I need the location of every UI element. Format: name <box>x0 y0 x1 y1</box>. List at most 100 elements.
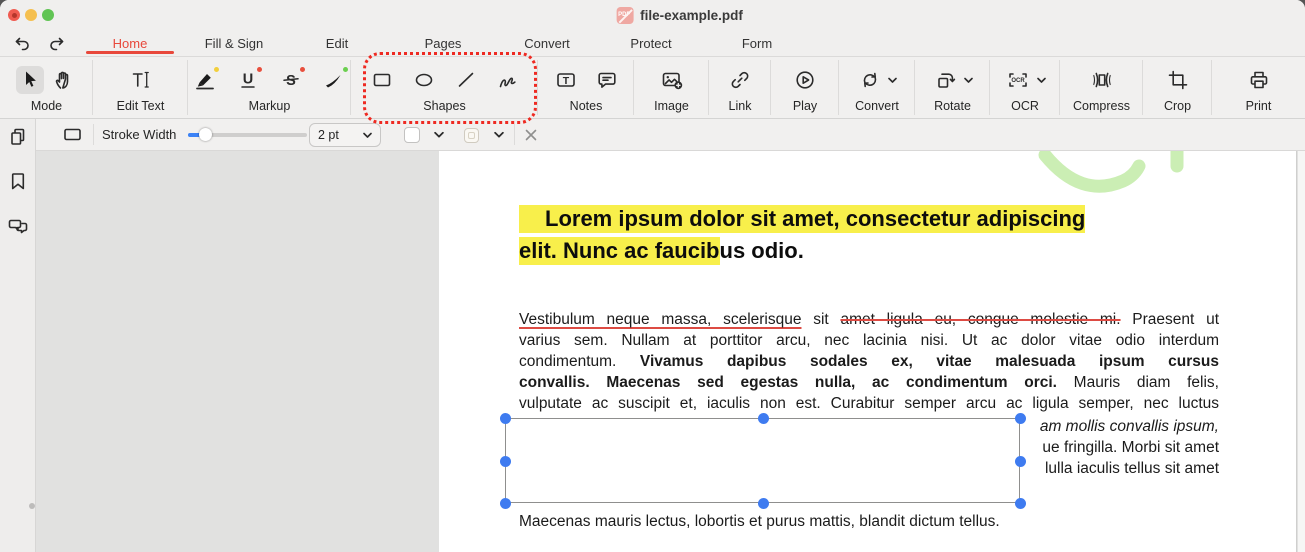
minimize-button[interactable] <box>25 9 37 21</box>
group-rotate: Rotate <box>915 57 990 118</box>
document-heading: Lorem ipsum dolor sit amet, consectetur … <box>519 203 1219 267</box>
convert-icon[interactable] <box>857 66 883 94</box>
svg-text:S: S <box>286 73 296 89</box>
rotate-icon[interactable] <box>933 66 959 94</box>
resize-handle-bottom-left[interactable] <box>500 498 511 509</box>
fill-color-chevron[interactable] <box>432 119 444 150</box>
red-underlined-text: Vestibulum neque massa, scelerisque <box>519 311 801 328</box>
body-text: sit <box>801 311 840 328</box>
main-toolbar: Mode Edit Text U S <box>0 57 1305 119</box>
group-mode: Mode <box>0 57 93 118</box>
tab-fill-sign[interactable]: Fill & Sign <box>205 30 264 56</box>
close-button[interactable] <box>8 9 20 21</box>
link-icon[interactable] <box>726 66 754 94</box>
group-notes: T Notes <box>538 57 634 118</box>
group-crop: Crop <box>1143 57 1212 118</box>
strikethrough-color-dot <box>300 67 305 72</box>
resize-handle-middle-right[interactable] <box>1015 456 1026 467</box>
tab-form[interactable]: Form <box>742 30 772 56</box>
compress-icon[interactable] <box>1088 66 1116 94</box>
body-text: Mauris diam felis, <box>1057 374 1219 391</box>
slider-thumb[interactable] <box>199 128 212 141</box>
group-label-markup: Markup <box>249 99 291 113</box>
svg-text:OCR: OCR <box>1011 78 1025 84</box>
divider <box>514 124 515 145</box>
highlighted-heading-line2: elit. Nunc ac faucib <box>519 237 720 265</box>
crop-icon[interactable] <box>1164 66 1192 94</box>
fill-color-swatch[interactable] <box>404 127 420 143</box>
tab-protect[interactable]: Protect <box>630 30 671 56</box>
zoom-button[interactable] <box>42 9 54 21</box>
rectangle-shape-icon[interactable] <box>368 66 396 94</box>
group-link: Link <box>709 57 771 118</box>
resize-handle-bottom-right[interactable] <box>1015 498 1026 509</box>
resize-handle-top-right[interactable] <box>1015 413 1026 424</box>
add-image-icon[interactable] <box>658 66 686 94</box>
convert-dropdown-chevron[interactable] <box>888 77 897 84</box>
strikethrough-icon[interactable]: S <box>277 66 305 94</box>
sidebar-scroll-indicator[interactable] <box>29 503 35 509</box>
group-label-print: Print <box>1246 99 1272 113</box>
select-tool-button[interactable] <box>16 66 44 94</box>
comment-icon[interactable] <box>593 66 621 94</box>
freehand-green-annotation[interactable] <box>1037 151 1207 206</box>
group-play: Play <box>771 57 839 118</box>
text-box-icon[interactable]: T <box>552 66 580 94</box>
highlighter-icon[interactable] <box>191 66 219 94</box>
group-label-notes: Notes <box>570 99 603 113</box>
rotate-dropdown-chevron[interactable] <box>964 77 973 84</box>
group-print: Print <box>1212 57 1305 118</box>
undo-button[interactable] <box>12 34 32 54</box>
group-markup: U S Markup <box>188 57 351 118</box>
stroke-width-select[interactable]: 2 pt <box>309 123 381 147</box>
group-label-edit-text: Edit Text <box>117 99 165 113</box>
tab-convert[interactable]: Convert <box>524 30 570 56</box>
underline-icon[interactable]: U <box>234 66 262 94</box>
bold-body-text: Vivamus dapibus sodales ex, vitae malesu… <box>640 353 1219 370</box>
heading-line2-rest: us odio. <box>720 238 804 263</box>
resize-handle-middle-left[interactable] <box>500 456 511 467</box>
marker-pen-icon[interactable] <box>320 66 348 94</box>
stroke-color-chevron[interactable] <box>492 119 504 150</box>
group-label-image: Image <box>654 99 689 113</box>
ocr-icon[interactable]: OCR <box>1004 66 1032 94</box>
resize-handle-top-left[interactable] <box>500 413 511 424</box>
pdf-editor-window: PDF file-example.pdf Home Fill & Sign Ed… <box>0 0 1305 552</box>
play-icon[interactable] <box>791 66 819 94</box>
print-icon[interactable] <box>1245 66 1273 94</box>
hand-tool-button[interactable] <box>50 66 78 94</box>
comments-panel-icon[interactable] <box>6 214 30 238</box>
bookmarks-icon[interactable] <box>6 169 30 193</box>
tab-pages[interactable]: Pages <box>425 30 462 56</box>
group-edit-text: Edit Text <box>93 57 188 118</box>
shape-preview-icon <box>62 119 83 150</box>
document-canvas[interactable]: Lorem ipsum dolor sit amet, consectetur … <box>36 151 1305 552</box>
chevron-down-icon <box>363 132 372 139</box>
svg-text:T: T <box>562 75 569 87</box>
close-shape-toolbar-button[interactable] <box>524 119 538 150</box>
group-image: Image <box>634 57 709 118</box>
resize-handle-bottom-middle[interactable] <box>758 498 769 509</box>
stroke-width-label: Stroke Width <box>102 119 176 150</box>
group-compress: Compress <box>1060 57 1143 118</box>
freehand-shape-icon[interactable] <box>494 66 522 94</box>
tab-edit[interactable]: Edit <box>326 30 348 56</box>
pdf-page[interactable]: Lorem ipsum dolor sit amet, consectetur … <box>439 151 1297 552</box>
stroke-width-slider[interactable] <box>188 133 307 137</box>
line-shape-icon[interactable] <box>452 66 480 94</box>
ellipse-shape-icon[interactable] <box>410 66 438 94</box>
group-label-shapes: Shapes <box>423 99 465 113</box>
edit-text-button[interactable] <box>127 66 155 94</box>
resize-handle-top-middle[interactable] <box>758 413 769 424</box>
active-tab-indicator <box>86 51 174 54</box>
ocr-dropdown-chevron[interactable] <box>1037 77 1046 84</box>
selected-rectangle-shape[interactable] <box>505 418 1020 503</box>
group-label-convert: Convert <box>855 99 899 113</box>
titlebar: PDF file-example.pdf <box>0 0 1305 30</box>
page-thumbnails-icon[interactable] <box>6 125 30 149</box>
redo-button[interactable] <box>46 34 66 54</box>
group-label-ocr: OCR <box>1011 99 1039 113</box>
stroke-color-swatch[interactable] <box>464 128 479 143</box>
svg-text:U: U <box>243 72 253 88</box>
document-paragraph: Vestibulum neque massa, scelerisque sit … <box>519 309 1219 414</box>
